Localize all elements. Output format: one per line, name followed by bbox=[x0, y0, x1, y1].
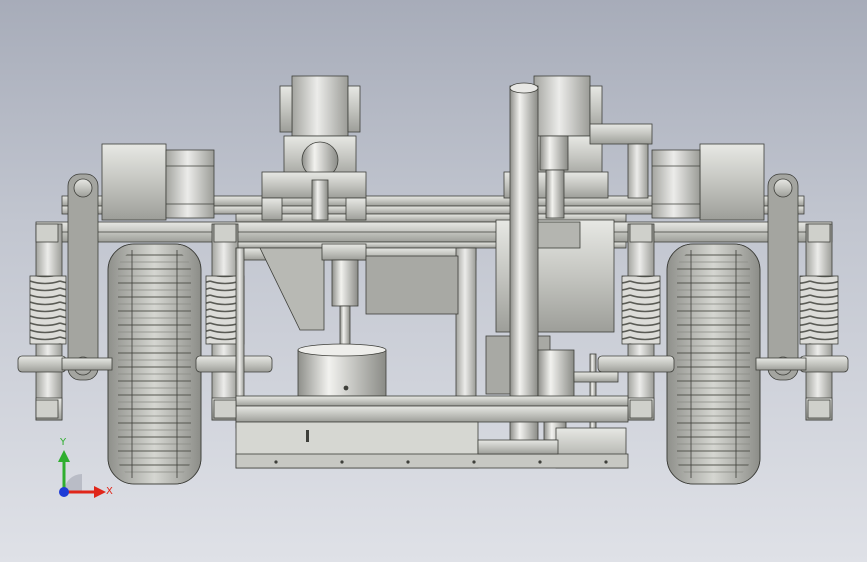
left-wheel bbox=[107, 243, 202, 485]
x-axis-label: X bbox=[106, 486, 113, 497]
axis-triad-graphic bbox=[58, 450, 106, 498]
graphics-viewport[interactable]: Y X bbox=[0, 0, 867, 562]
y-axis-label: Y bbox=[60, 437, 67, 448]
y-axis-arrowhead bbox=[58, 450, 70, 462]
suspension-right-outer bbox=[799, 223, 849, 421]
z-axis-dot bbox=[59, 487, 69, 497]
axis-triad: Y X bbox=[40, 436, 120, 516]
right-wheel bbox=[666, 243, 761, 485]
suspension-left-outer bbox=[17, 223, 67, 421]
cad-model-robot-chassis[interactable] bbox=[0, 0, 867, 562]
x-axis-arrowhead bbox=[94, 486, 106, 498]
